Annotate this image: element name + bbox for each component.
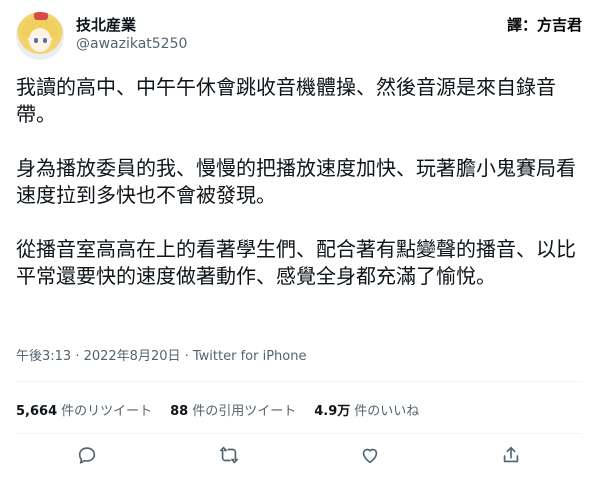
likes-stat[interactable]: 4.9万 件のいいね: [314, 400, 419, 419]
divider: [16, 433, 582, 434]
tweet-stats: 5,664 件のリツイート 88 件の引用ツイート 4.9万 件のいいね: [16, 400, 419, 419]
tweet-paragraph: 我讀的高中、中午午休會跳收音機體操、然後音源是來自錄音帶。: [16, 75, 556, 126]
tweet-paragraph: 身為播放委員的我、慢慢的把播放速度加快、玩著膽小鬼賽局看速度拉到多快也不會被發現…: [16, 156, 576, 207]
reply-icon[interactable]: [76, 444, 98, 466]
tweet-paragraph: 從播音室高高在上的看著學生們、配合著有點變聲的播音、以比平常還要快的速度做著動作…: [16, 237, 576, 288]
retweet-icon[interactable]: [218, 444, 240, 466]
retweets-stat[interactable]: 5,664 件のリツイート: [16, 400, 152, 419]
tweet-timestamp[interactable]: 午後3:13 · 2022年8月20日 · Twitter for iPhone: [16, 345, 306, 364]
author-handle[interactable]: @awazikat5250: [76, 36, 187, 52]
divider: [16, 381, 582, 382]
share-icon[interactable]: [500, 444, 522, 466]
quotes-stat[interactable]: 88 件の引用ツイート: [170, 400, 296, 419]
tweet-text: 我讀的高中、中午午休會跳收音機體操、然後音源是來自錄音帶。 身為播放委員的我、慢…: [16, 74, 582, 317]
tweet-actions: [0, 444, 598, 472]
tweet-header: 技北産業 @awazikat5250 譯：方吉君: [16, 10, 582, 60]
translator-credit: 譯：方吉君: [506, 16, 582, 34]
author-name[interactable]: 技北産業: [76, 14, 136, 35]
like-icon[interactable]: [359, 444, 381, 466]
avatar[interactable]: [16, 12, 64, 60]
